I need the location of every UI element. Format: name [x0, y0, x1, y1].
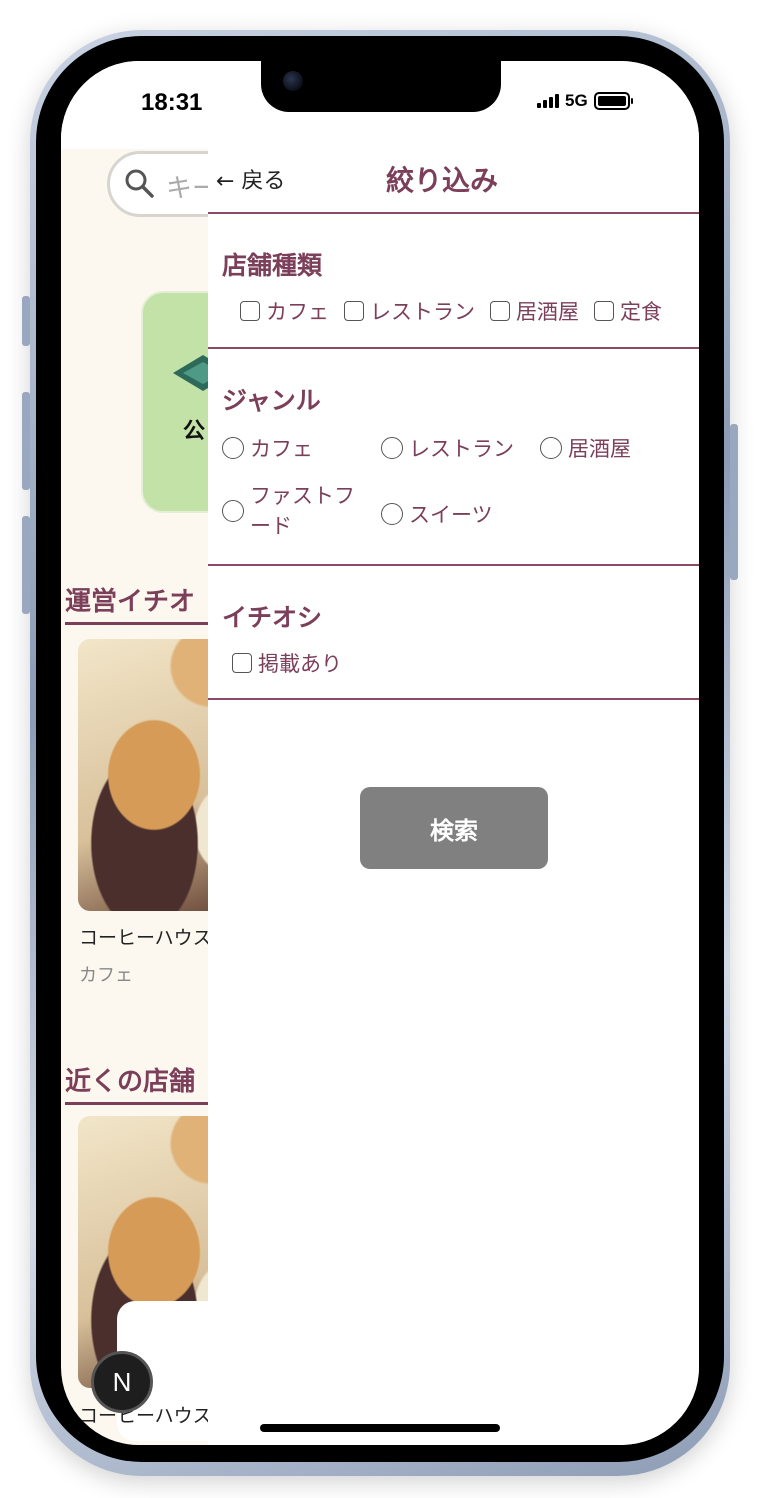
filter-header: ← 戻る 絞り込み — [208, 149, 699, 214]
food-caption-2: コーヒーハウス — [79, 1405, 212, 1427]
ichioshi-title: イチオシ — [222, 603, 323, 632]
ichioshi-option-listed[interactable]: 掲載あり — [232, 648, 342, 678]
card-label: 公 — [183, 419, 206, 444]
food-caption-1: コーヒーハウス — [79, 927, 212, 949]
store-type-title: 店舗種類 — [222, 251, 323, 280]
status-time: 18:31 — [141, 89, 203, 116]
genre-section: ジャンル カフェ レストラン 居酒屋 ファストフード スイーツ — [208, 351, 699, 566]
battery-icon — [593, 92, 633, 110]
volume-down-button — [22, 516, 30, 614]
store-type-option-teishoku[interactable]: 定食 — [594, 296, 662, 326]
status-indicators: 5G — [537, 91, 633, 111]
checkbox[interactable] — [344, 301, 364, 321]
genre-option-restaurant[interactable]: レストラン — [381, 433, 514, 463]
store-type-option-restaurant[interactable]: レストラン — [344, 296, 475, 326]
radio-button[interactable] — [381, 503, 403, 525]
store-type-option-izakaya[interactable]: 居酒屋 — [490, 296, 579, 326]
home-indicator[interactable] — [260, 1424, 500, 1432]
ichioshi-section: イチオシ 掲載あり — [208, 568, 699, 700]
food-genre-1: カフェ — [79, 965, 133, 986]
filter-title: 絞り込み — [386, 164, 499, 197]
store-type-option-cafe[interactable]: カフェ — [240, 296, 329, 326]
volume-up-button — [22, 392, 30, 490]
checkbox[interactable] — [490, 301, 510, 321]
search-icon — [125, 169, 154, 198]
back-button[interactable]: ← 戻る — [216, 163, 285, 195]
search-button[interactable]: 検索 — [360, 787, 548, 869]
signal-icon — [537, 94, 559, 108]
genre-title: ジャンル — [222, 386, 321, 415]
radio-button[interactable] — [540, 437, 562, 459]
power-button — [730, 424, 738, 580]
radio-button[interactable] — [222, 437, 244, 459]
n-badge-button[interactable]: N — [91, 1351, 153, 1413]
genre-option-sweets[interactable]: スイーツ — [381, 499, 493, 529]
checkbox[interactable] — [240, 301, 260, 321]
screen: 18:31 5G キー 公 運営イチオ コーヒーハウス カフェ 近くの店舗 コー… — [61, 61, 699, 1445]
radio-button[interactable] — [381, 437, 403, 459]
filter-panel: ← 戻る 絞り込み 店舗種類 カフェ レストラン 居酒屋 定食 ジャンル カフェ… — [208, 149, 699, 1445]
radio-button[interactable] — [222, 500, 244, 522]
genre-option-cafe[interactable]: カフェ — [222, 433, 313, 463]
checkbox[interactable] — [594, 301, 614, 321]
genre-option-fastfood[interactable]: ファストフード — [222, 481, 362, 541]
checkbox[interactable] — [232, 653, 252, 673]
genre-option-izakaya[interactable]: 居酒屋 — [540, 433, 631, 463]
network-type: 5G — [565, 91, 588, 110]
camera-icon — [283, 71, 303, 91]
store-type-section: 店舗種類 カフェ レストラン 居酒屋 定食 — [208, 216, 699, 349]
mute-switch — [22, 296, 30, 346]
